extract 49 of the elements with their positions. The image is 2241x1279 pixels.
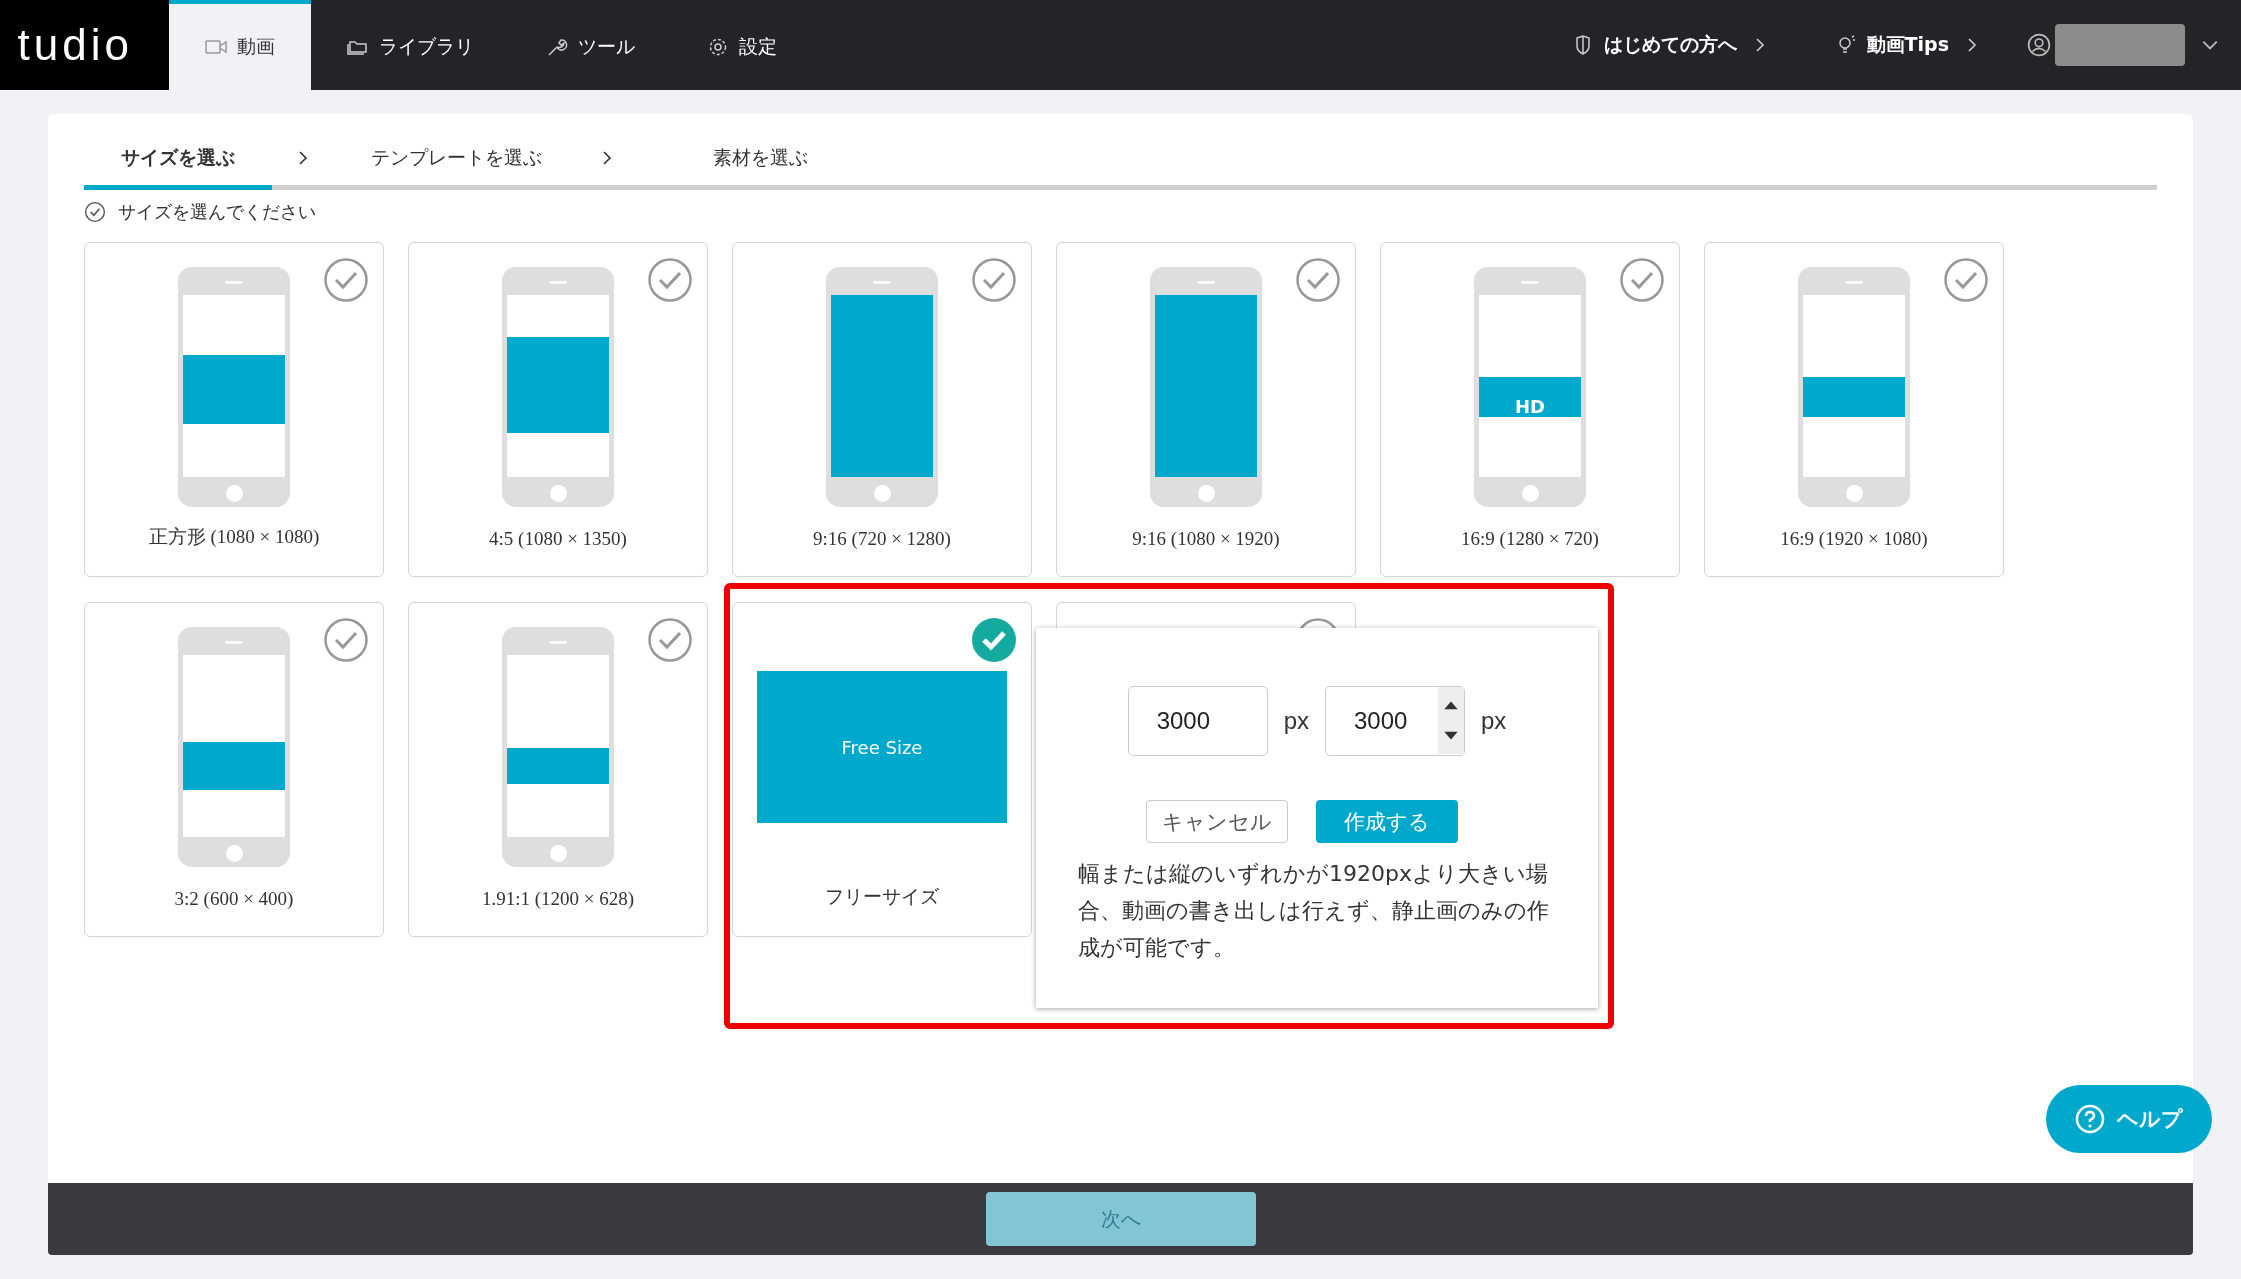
size-card[interactable]: 9:16 (720 × 1280) [732, 242, 1032, 577]
size-note: 幅または縦のいずれかが1920pxより大きい場合、動画の書き出しは行えず、静止画のみの作成が可能です。 [1078, 860, 1550, 962]
size-label: 3:2 (600 × 400) [174, 888, 294, 910]
nav-tab[interactable]: 設定 [671, 0, 813, 90]
unit-label: px [1283, 707, 1309, 735]
size-card[interactable]: 9:16 (1080 × 1920) [1056, 242, 1356, 577]
size-label: フリーサイズ [825, 885, 939, 909]
size-label: 1.91:1 (1200 × 628) [481, 888, 635, 910]
settings-icon [707, 37, 729, 57]
height-field[interactable]: 3000 [1325, 686, 1465, 756]
video-camera-icon [205, 37, 227, 57]
chevron-down-icon[interactable] [2201, 39, 2219, 51]
step-tab[interactable]: テンプレートを選ぶ [336, 130, 576, 190]
step-tab[interactable]: 素材を選ぶ [640, 130, 880, 190]
size-card[interactable]: Free Size フリーサイズ [732, 602, 1032, 937]
unit-label: px [1481, 707, 1507, 735]
wrench-icon [546, 37, 568, 57]
header-link[interactable]: 動画Tips [1834, 32, 1977, 58]
help-icon [2075, 1104, 2105, 1134]
size-card[interactable]: 1.91:1 (1200 × 628) [408, 602, 708, 937]
hint-text: サイズを選んでください [118, 200, 316, 224]
size-label: 4:5 (1080 × 1350) [489, 528, 627, 550]
chevron-right-icon [1967, 37, 1977, 53]
size-label: 正方形 (1080 × 1080) [148, 525, 320, 549]
size-card[interactable]: 3:2 (600 × 400) [84, 602, 384, 937]
header-link[interactable]: はじめての方へ [1571, 32, 1765, 58]
size-label: 9:16 (720 × 1280) [813, 528, 951, 550]
size-card[interactable]: 4:5 (1080 × 1350) [408, 242, 708, 577]
step-tab[interactable]: サイズを選ぶ [84, 130, 272, 190]
chevron-right-icon [298, 149, 308, 166]
size-label: 16:9 (1920 × 1080) [1780, 528, 1928, 550]
nav-tab[interactable]: ライブラリ [311, 0, 510, 90]
chevron-right-icon [602, 149, 612, 166]
spinner-icon[interactable] [1438, 687, 1464, 754]
width-field[interactable]: 3000 [1127, 686, 1268, 756]
user-icon[interactable] [2027, 33, 2051, 57]
nav-tab[interactable]: ツール [510, 0, 671, 90]
size-label: 16:9 (1280 × 720) [1461, 528, 1599, 550]
cancel-button[interactable]: キャンセル [1146, 800, 1288, 843]
chevron-right-icon [1754, 37, 1765, 53]
free-size-preview: Free Size [757, 671, 1007, 823]
size-card[interactable]: 正方形 (1080 × 1080) [84, 242, 384, 577]
hd-label: HD [1514, 394, 1546, 419]
studio-logo: tudio [0, 0, 169, 90]
size-card[interactable]: 16:9 (1920 × 1080) [1704, 242, 2004, 577]
check-circle-icon [84, 201, 106, 223]
nav-tab[interactable]: 動画 [169, 0, 311, 90]
size-card[interactable]: HD 16:9 (1280 × 720) [1380, 242, 1680, 577]
size-label: 9:16 (1080 × 1920) [1132, 528, 1280, 550]
